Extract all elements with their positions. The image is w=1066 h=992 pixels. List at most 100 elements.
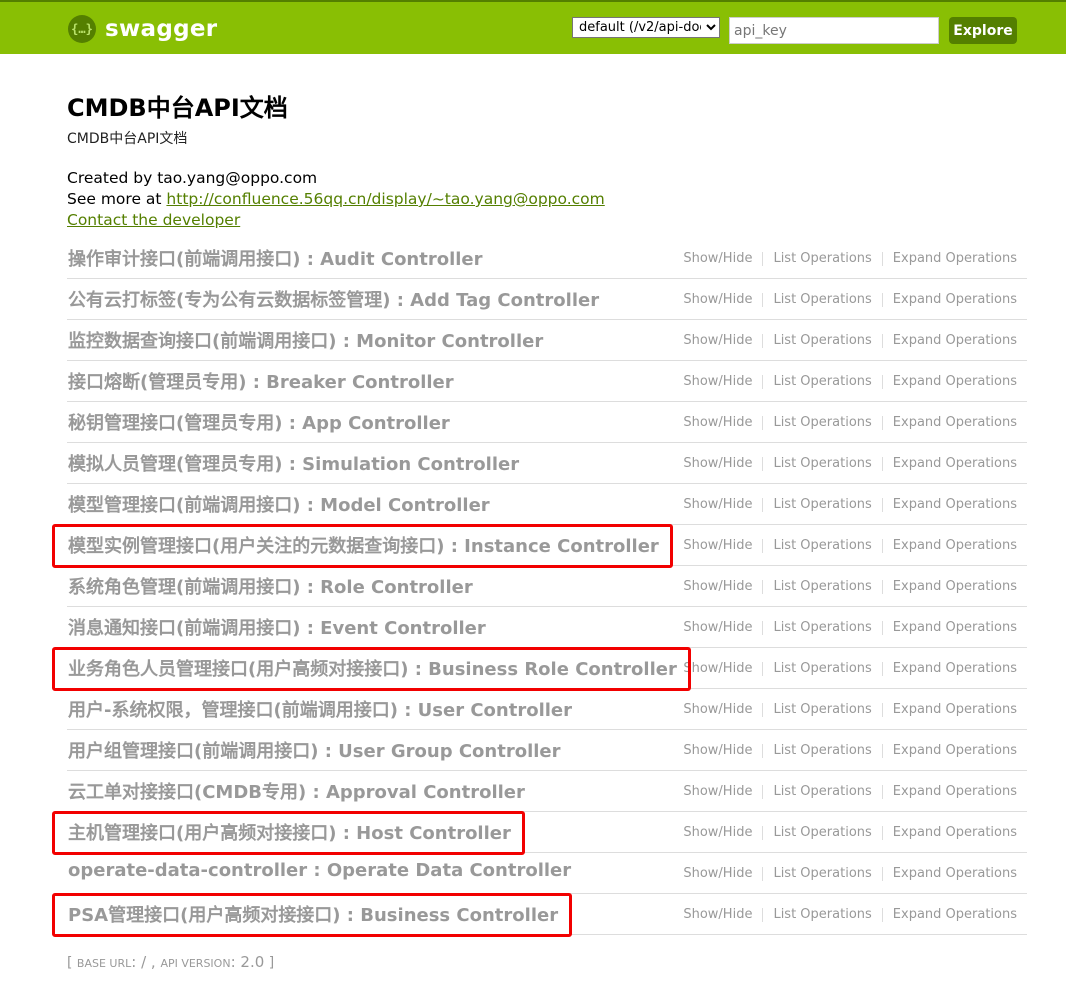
controller-operations: Show/Hide List Operations Expand Operation…	[683, 743, 1017, 758]
list-operations-link[interactable]: List Operations	[773, 866, 871, 881]
expand-operations-link[interactable]: Expand Operations	[893, 743, 1017, 758]
controller-title[interactable]: 模型实例管理接口(用户关注的元数据查询接口) : Instance Contro…	[68, 532, 659, 558]
list-operations-link[interactable]: List Operations	[773, 497, 871, 512]
controller-title[interactable]: 秘钥管理接口(管理员专用) : App Controller	[68, 409, 450, 435]
controller-operations: Show/Hide List Operations Expand Operation…	[683, 333, 1017, 348]
list-operations-link[interactable]: List Operations	[773, 825, 871, 840]
controller-title[interactable]: 监控数据查询接口(前端调用接口) : Monitor Controller	[68, 327, 543, 353]
expand-operations-link[interactable]: Expand Operations	[893, 333, 1017, 348]
show-hide-link[interactable]: Show/Hide	[683, 292, 752, 307]
list-operations-link[interactable]: List Operations	[773, 538, 871, 553]
list-operations-link[interactable]: List Operations	[773, 374, 871, 389]
controller-row: 模拟人员管理(管理员专用) : Simulation Controller Sho…	[67, 443, 1027, 484]
controller-operations: Show/Hide List Operations Expand Operation…	[683, 907, 1017, 922]
show-hide-link[interactable]: Show/Hide	[683, 251, 752, 266]
footer-info: [ base url: / , api version: 2.0 ]	[67, 953, 274, 971]
expand-operations-link[interactable]: Expand Operations	[893, 784, 1017, 799]
expand-operations-link[interactable]: Expand Operations	[893, 456, 1017, 471]
operations-divider	[762, 374, 764, 389]
contact-developer-link[interactable]: Contact the developer	[67, 211, 240, 229]
controller-title[interactable]: operate-data-controller : Operate Data C…	[68, 860, 571, 881]
controller-operations: Show/Hide List Operations Expand Operation…	[683, 784, 1017, 799]
expand-operations-link[interactable]: Expand Operations	[893, 907, 1017, 922]
controller-title[interactable]: 模型管理接口(前端调用接口) : Model Controller	[68, 491, 490, 517]
expand-operations-link[interactable]: Expand Operations	[893, 538, 1017, 553]
operations-divider	[762, 620, 764, 635]
show-hide-link[interactable]: Show/Hide	[683, 415, 752, 430]
show-hide-link[interactable]: Show/Hide	[683, 702, 752, 717]
expand-operations-link[interactable]: Expand Operations	[893, 579, 1017, 594]
page-title: CMDB中台API文档	[67, 94, 288, 122]
controller-title[interactable]: 主机管理接口(用户高频对接接口) : Host Controller	[68, 819, 511, 845]
operations-divider	[762, 292, 764, 307]
operations-divider	[881, 825, 883, 840]
expand-operations-link[interactable]: Expand Operations	[893, 661, 1017, 676]
expand-operations-link[interactable]: Expand Operations	[893, 866, 1017, 881]
show-hide-link[interactable]: Show/Hide	[683, 497, 752, 512]
see-more-link[interactable]: http://confluence.56qq.cn/display/~tao.y…	[166, 190, 604, 208]
api-key-input[interactable]	[729, 17, 939, 44]
expand-operations-link[interactable]: Expand Operations	[893, 292, 1017, 307]
controller-row: 模型实例管理接口(用户关注的元数据查询接口) : Instance Contro…	[67, 525, 1027, 566]
operations-divider	[881, 661, 883, 676]
operations-divider	[762, 784, 764, 799]
list-operations-link[interactable]: List Operations	[773, 784, 871, 799]
controller-row: operate-data-controller : Operate Data C…	[67, 853, 1027, 894]
controller-title[interactable]: 用户-系统权限，管理接口(前端调用接口) : User Controller	[68, 696, 572, 722]
expand-operations-link[interactable]: Expand Operations	[893, 251, 1017, 266]
controller-title[interactable]: 用户组管理接口(前端调用接口) : User Group Controller	[68, 737, 561, 763]
controller-row: 用户组管理接口(前端调用接口) : User Group Controller S…	[67, 730, 1027, 771]
show-hide-link[interactable]: Show/Hide	[683, 743, 752, 758]
list-operations-link[interactable]: List Operations	[773, 456, 871, 471]
controller-title[interactable]: 业务角色人员管理接口(用户高频对接接口) : Business Role Con…	[68, 655, 677, 681]
list-operations-link[interactable]: List Operations	[773, 702, 871, 717]
explore-button[interactable]: Explore	[949, 17, 1017, 44]
swagger-logo-icon: {…}	[68, 15, 96, 43]
operations-divider	[762, 456, 764, 471]
show-hide-link[interactable]: Show/Hide	[683, 579, 752, 594]
controller-title[interactable]: 操作审计接口(前端调用接口) : Audit Controller	[68, 245, 483, 271]
expand-operations-link[interactable]: Expand Operations	[893, 620, 1017, 635]
show-hide-link[interactable]: Show/Hide	[683, 538, 752, 553]
operations-divider	[881, 538, 883, 553]
footer-close-bracket: ]	[264, 955, 275, 971]
list-operations-link[interactable]: List Operations	[773, 292, 871, 307]
controller-title[interactable]: 云工单对接接口(CMDB专用) : Approval Controller	[68, 778, 525, 804]
expand-operations-link[interactable]: Expand Operations	[893, 825, 1017, 840]
show-hide-link[interactable]: Show/Hide	[683, 661, 752, 676]
swagger-logo[interactable]: {…} swagger	[68, 15, 217, 43]
show-hide-link[interactable]: Show/Hide	[683, 374, 752, 389]
expand-operations-link[interactable]: Expand Operations	[893, 702, 1017, 717]
show-hide-link[interactable]: Show/Hide	[683, 825, 752, 840]
list-operations-link[interactable]: List Operations	[773, 907, 871, 922]
show-hide-link[interactable]: Show/Hide	[683, 784, 752, 799]
list-operations-link[interactable]: List Operations	[773, 333, 871, 348]
controller-title[interactable]: PSA管理接口(用户高频对接接口) : Business Controller	[68, 901, 558, 927]
operations-divider	[762, 866, 764, 881]
controller-title[interactable]: 消息通知接口(前端调用接口) : Event Controller	[68, 614, 486, 640]
expand-operations-link[interactable]: Expand Operations	[893, 374, 1017, 389]
show-hide-link[interactable]: Show/Hide	[683, 620, 752, 635]
controller-title[interactable]: 接口熔断(管理员专用) : Breaker Controller	[68, 368, 454, 394]
show-hide-link[interactable]: Show/Hide	[683, 866, 752, 881]
expand-operations-link[interactable]: Expand Operations	[893, 415, 1017, 430]
list-operations-link[interactable]: List Operations	[773, 661, 871, 676]
operations-divider	[762, 251, 764, 266]
list-operations-link[interactable]: List Operations	[773, 251, 871, 266]
show-hide-link[interactable]: Show/Hide	[683, 456, 752, 471]
list-operations-link[interactable]: List Operations	[773, 743, 871, 758]
spec-select[interactable]: default (/v2/api-docs)	[572, 17, 720, 38]
list-operations-link[interactable]: List Operations	[773, 620, 871, 635]
controller-title[interactable]: 公有云打标签(专为公有云数据标签管理) : Add Tag Controller	[68, 286, 599, 312]
controller-title[interactable]: 模拟人员管理(管理员专用) : Simulation Controller	[68, 450, 519, 476]
controller-operations: Show/Hide List Operations Expand Operation…	[683, 374, 1017, 389]
expand-operations-link[interactable]: Expand Operations	[893, 497, 1017, 512]
show-hide-link[interactable]: Show/Hide	[683, 907, 752, 922]
show-hide-link[interactable]: Show/Hide	[683, 333, 752, 348]
top-bar: {…} swagger default (/v2/api-docs) Explo…	[0, 0, 1066, 54]
list-operations-link[interactable]: List Operations	[773, 579, 871, 594]
controller-title[interactable]: 系统角色管理(前端调用接口) : Role Controller	[68, 573, 473, 599]
list-operations-link[interactable]: List Operations	[773, 415, 871, 430]
controller-row: 云工单对接接口(CMDB专用) : Approval Controller Sho…	[67, 771, 1027, 812]
operations-divider	[881, 497, 883, 512]
